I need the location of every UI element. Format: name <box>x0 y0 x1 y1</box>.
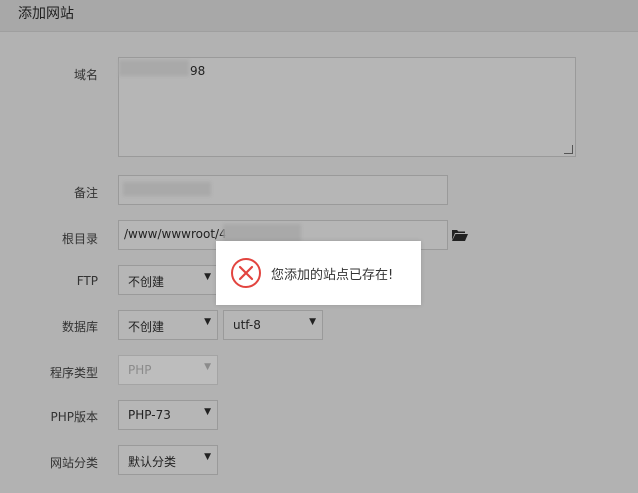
remark-input[interactable] <box>118 175 448 205</box>
database-label: 数据库 <box>61 320 98 334</box>
dropdown-arrow-icon: ▼ <box>204 317 211 327</box>
program-type-select: PHP ▼ <box>118 355 218 385</box>
ftp-select[interactable]: 不创建 ▼ <box>118 265 218 295</box>
domain-label: 域名 <box>73 68 98 82</box>
ftp-selected: 不创建 <box>128 275 165 289</box>
charset-selected: utf-8 <box>233 318 261 332</box>
dropdown-arrow-icon: ▼ <box>204 452 211 462</box>
domain-textarea[interactable]: 98 <box>118 57 576 157</box>
add-site-dialog: 添加网站 域名 98 备注 根目录 /www/wwwroot/4 FTP 不创建… <box>0 0 638 493</box>
folder-open-icon[interactable] <box>452 229 468 241</box>
site-category-selected: 默认分类 <box>128 455 177 469</box>
root-dir-label: 根目录 <box>61 232 98 246</box>
domain-value: 98 <box>190 64 206 78</box>
error-circle-x-icon <box>231 258 261 288</box>
toast-message: 您添加的站点已存在! <box>271 268 394 283</box>
resize-grip-icon[interactable] <box>564 145 573 154</box>
site-category-select[interactable]: 默认分类 ▼ <box>118 445 218 475</box>
dropdown-arrow-icon: ▼ <box>204 362 211 372</box>
program-type-label: 程序类型 <box>49 366 98 380</box>
program-type-selected: PHP <box>128 363 152 377</box>
site-category-label: 网站分类 <box>49 456 98 470</box>
php-version-label: PHP版本 <box>50 410 99 424</box>
ftp-label: FTP <box>76 274 98 288</box>
root-dir-value: /www/wwwroot/4 <box>124 227 227 241</box>
redacted-blur <box>123 182 211 196</box>
database-select[interactable]: 不创建 ▼ <box>118 310 218 340</box>
dropdown-arrow-icon: ▼ <box>309 317 316 327</box>
dropdown-arrow-icon: ▼ <box>204 407 211 417</box>
dropdown-arrow-icon: ▼ <box>204 272 211 282</box>
php-version-selected: PHP-73 <box>128 408 171 422</box>
dialog-titlebar[interactable]: 添加网站 <box>0 0 638 32</box>
error-toast: 您添加的站点已存在! <box>216 241 421 305</box>
database-selected: 不创建 <box>128 320 165 334</box>
redacted-blur <box>119 60 189 76</box>
charset-select[interactable]: utf-8 ▼ <box>223 310 323 340</box>
remark-label: 备注 <box>73 186 98 200</box>
dialog-title: 添加网站 <box>18 6 74 22</box>
redacted-blur <box>223 224 301 242</box>
php-version-select[interactable]: PHP-73 ▼ <box>118 400 218 430</box>
